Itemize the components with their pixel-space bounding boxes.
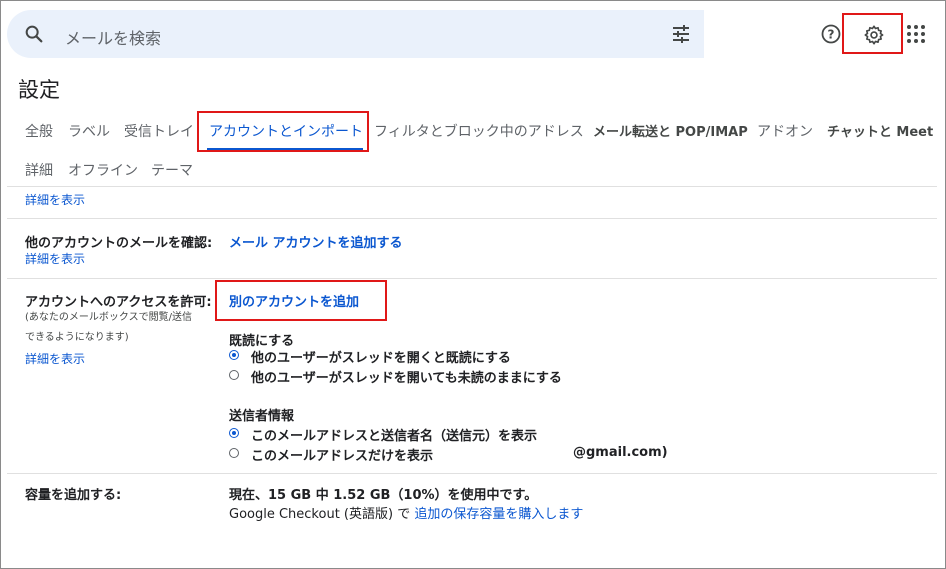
checkout-prefix: Google Checkout (英語版) で: [229, 507, 411, 522]
add-account-highlight-box: [215, 280, 387, 321]
tab-themes[interactable]: テーマ: [151, 160, 193, 180]
radio-unchecked[interactable]: [229, 448, 239, 458]
search-input[interactable]: メールを検索: [65, 25, 161, 49]
section-divider: [7, 218, 937, 219]
add-mail-account-link[interactable]: メール アカウントを追加する: [229, 232, 403, 251]
check-mail-label: 他のアカウントのメールを確認:: [25, 236, 213, 251]
radio-unchecked[interactable]: [229, 370, 239, 380]
tab-chat-meet[interactable]: チャットと Meet: [827, 121, 933, 140]
grant-access-note-line2: できるようになります): [25, 332, 129, 343]
tab-offline[interactable]: オフライン: [68, 160, 138, 180]
radio-checked[interactable]: [229, 428, 239, 438]
storage-label: 容量を追加する:: [25, 488, 122, 503]
grant-access-details-link[interactable]: 詳細を表示: [25, 350, 85, 367]
buy-storage-link[interactable]: 追加の保存容量を購入します: [414, 507, 583, 522]
radio-checked[interactable]: [229, 350, 239, 360]
gear-icon: [864, 25, 884, 45]
tab-general[interactable]: 全般: [25, 121, 53, 141]
grant-access-label: アカウントへのアクセスを許可:: [25, 295, 212, 310]
page-title: 設定: [18, 78, 60, 102]
sender-info-heading: 送信者情報: [229, 409, 295, 424]
search-icon[interactable]: [23, 23, 45, 45]
tab-advanced[interactable]: 詳細: [25, 160, 53, 180]
tab-labels[interactable]: ラベル: [68, 121, 110, 141]
sender-info-option-2[interactable]: このメールアドレスだけを表示 @gmail.com): [229, 445, 669, 464]
tab-inbox[interactable]: 受信トレイ: [124, 121, 194, 141]
tabs-divider: [7, 186, 937, 187]
apps-grid-icon[interactable]: [906, 24, 926, 44]
tab-filters[interactable]: フィルタとブロック中のアドレス: [374, 121, 584, 141]
svg-text:?: ?: [828, 28, 835, 42]
tab-forwarding-pop-imap[interactable]: メール転送と POP/IMAP: [593, 121, 748, 140]
tab-highlight-box: [197, 111, 369, 152]
search-bar[interactable]: メールを検索: [7, 10, 704, 58]
grant-access-note-line1: (あなたのメールボックスで閲覧/送信: [25, 312, 192, 323]
email-suffix: @gmail.com): [573, 445, 668, 460]
storage-usage: 現在、15 GB 中 1.52 GB（10%）を使用中です。: [229, 488, 538, 503]
check-mail-details-link[interactable]: 詳細を表示: [25, 250, 85, 267]
tab-addons[interactable]: アドオン: [757, 121, 813, 141]
section-divider: [7, 473, 937, 474]
storage-checkout-line: Google Checkout (英語版) で 追加の保存容量を購入します: [229, 503, 583, 522]
settings-button[interactable]: [842, 13, 903, 54]
show-details-link[interactable]: 詳細を表示: [25, 191, 85, 208]
help-icon[interactable]: ?: [820, 23, 842, 45]
search-options-icon[interactable]: [671, 24, 691, 44]
section-divider: [7, 278, 937, 279]
